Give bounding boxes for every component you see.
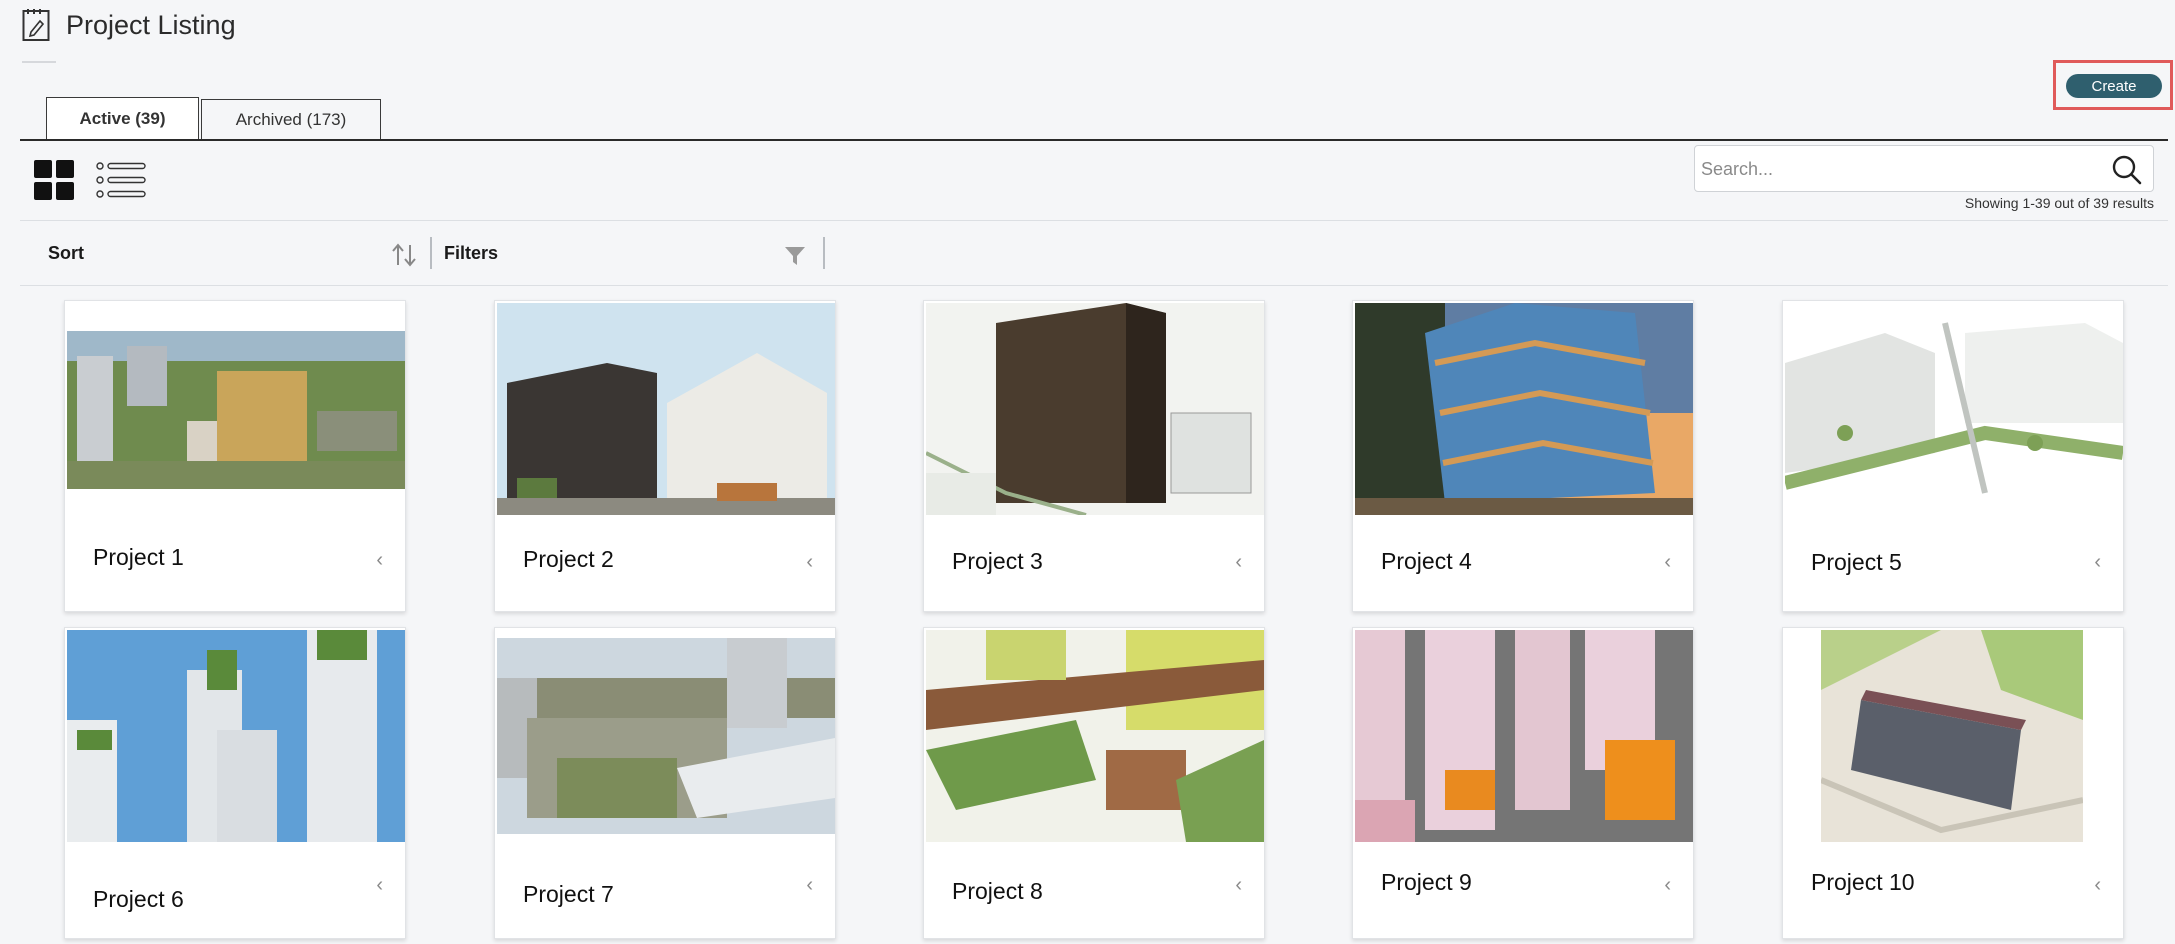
chevron-left-icon[interactable]: ‹	[376, 874, 383, 897]
project-thumbnail	[1355, 303, 1693, 515]
chevron-left-icon[interactable]: ‹	[1235, 551, 1242, 574]
create-button[interactable]: Create	[2066, 74, 2162, 98]
project-thumbnail	[497, 638, 835, 834]
search-icon[interactable]	[2111, 154, 2143, 186]
project-name: Project 2	[523, 546, 614, 572]
page-header: Project Listing	[22, 8, 236, 42]
list-view-icon[interactable]	[96, 161, 146, 199]
project-name: Project 8	[952, 878, 1043, 904]
chevron-left-icon[interactable]: ‹	[1664, 874, 1671, 897]
tab-archived[interactable]: Archived (173)	[201, 99, 381, 140]
project-name: Project 9	[1381, 869, 1472, 895]
search-box	[1694, 145, 2154, 192]
project-name: Project 5	[1811, 549, 1902, 575]
project-card[interactable]: Project 5 ‹	[1782, 300, 2124, 612]
sort-divider	[430, 237, 432, 269]
project-name: Project 6	[93, 886, 184, 912]
chevron-left-icon[interactable]: ‹	[2094, 874, 2101, 897]
filter-funnel-icon[interactable]	[784, 245, 806, 267]
grid-view-icon[interactable]	[34, 160, 74, 200]
project-card[interactable]: Project 4 ‹	[1352, 300, 1694, 612]
chevron-left-icon[interactable]: ‹	[2094, 551, 2101, 574]
tab-active[interactable]: Active (39)	[46, 97, 199, 140]
chevron-left-icon[interactable]: ‹	[806, 551, 813, 574]
project-card[interactable]: Project 1 ‹	[64, 300, 406, 612]
chevron-left-icon[interactable]: ‹	[376, 549, 383, 572]
view-toggle	[34, 160, 146, 200]
project-thumbnail	[67, 331, 405, 489]
project-card[interactable]: Project 6 ‹	[64, 627, 406, 939]
chevron-left-icon[interactable]: ‹	[1235, 874, 1242, 897]
project-thumbnail	[926, 630, 1264, 842]
project-name: Project 7	[523, 881, 614, 907]
project-thumbnail	[1821, 630, 2083, 842]
project-card[interactable]: Project 2 ‹	[494, 300, 836, 612]
document-edit-icon	[22, 9, 50, 41]
project-thumbnail	[1355, 630, 1693, 842]
project-name: Project 3	[952, 548, 1043, 574]
project-thumbnail	[926, 303, 1264, 515]
project-name: Project 4	[1381, 548, 1472, 574]
create-button-highlight: Create	[2053, 60, 2173, 110]
results-count: Showing 1-39 out of 39 results	[1964, 195, 2154, 211]
project-card[interactable]: Project 3 ‹	[923, 300, 1265, 612]
filter-divider	[823, 237, 825, 269]
sort-filter-bar: Sort Filters	[20, 220, 2168, 286]
project-thumbnail	[497, 303, 835, 515]
sort-arrows-icon[interactable]	[390, 243, 420, 267]
project-thumbnail	[67, 630, 405, 842]
title-underline	[22, 61, 56, 63]
chevron-left-icon[interactable]: ‹	[1664, 551, 1671, 574]
project-card[interactable]: Project 8 ‹	[923, 627, 1265, 939]
chevron-left-icon[interactable]: ‹	[806, 874, 813, 897]
project-tabs: Active (39) Archived (173)	[46, 97, 381, 140]
project-name: Project 1	[93, 544, 184, 570]
project-card[interactable]: Project 7 ‹	[494, 627, 836, 939]
search-input[interactable]	[1701, 154, 2091, 184]
project-card[interactable]: Project 9 ‹	[1352, 627, 1694, 939]
page-title: Project Listing	[66, 9, 236, 40]
project-thumbnail	[1785, 303, 2123, 495]
filters-button[interactable]: Filters	[444, 243, 498, 264]
tabs-divider	[20, 139, 2168, 141]
project-name: Project 10	[1811, 869, 1915, 895]
project-card[interactable]: Project 10 ‹	[1782, 627, 2124, 939]
sort-button[interactable]: Sort	[48, 243, 84, 264]
